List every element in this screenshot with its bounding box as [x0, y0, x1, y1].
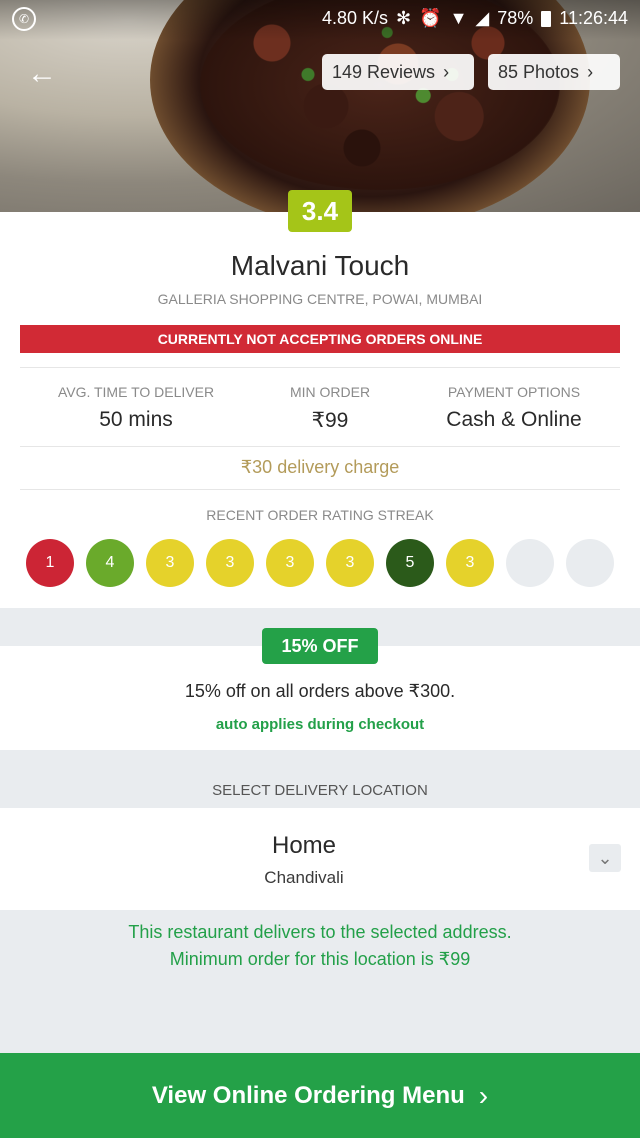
- streak-dot: 3: [326, 539, 374, 587]
- info-label: AVG. TIME TO DELIVER: [57, 384, 215, 400]
- restaurant-name: Malvani Touch: [230, 250, 410, 281]
- whatsapp-icon: ✆: [12, 7, 36, 31]
- photos-button[interactable]: 85 Photos ›: [488, 54, 620, 90]
- back-arrow-icon[interactable]: ←: [24, 56, 60, 92]
- streak-dot: [566, 539, 614, 587]
- order-status-banner: CURRENTLY NOT ACCEPTING ORDERS ONLINE: [20, 325, 620, 353]
- streak-dot: 3: [206, 539, 254, 587]
- location-section-title: SELECT DELIVERY LOCATION: [212, 782, 428, 799]
- offer-badge: 15% OFF: [262, 628, 378, 664]
- chevron-right-icon: ›: [587, 61, 594, 82]
- restaurant-address: GALLERIA SHOPPING CENTRE, POWAI, MUMBAI: [157, 291, 483, 307]
- location-area: Chandivali: [264, 868, 344, 887]
- info-min-order: MIN ORDER ₹99: [230, 384, 430, 433]
- streak-dot: 3: [146, 539, 194, 587]
- chevron-right-icon: ›: [478, 1079, 489, 1111]
- delivery-charge: ₹30 delivery charge: [240, 457, 400, 477]
- clock: 11:26:44: [559, 8, 628, 28]
- info-value: ₹99: [311, 409, 349, 432]
- location-name: Home: [271, 832, 337, 859]
- view-menu-button[interactable]: View Online Ordering Menu ›: [0, 1053, 640, 1138]
- photos-label: 85 Photos: [498, 61, 580, 82]
- divider: [20, 489, 620, 490]
- info-value: 50 mins: [99, 408, 173, 431]
- bluetooth-icon: ✻: [396, 8, 412, 28]
- chevron-down-icon[interactable]: ⌄: [589, 844, 621, 872]
- info-label: MIN ORDER: [289, 384, 371, 400]
- signal-icon: ◢: [475, 8, 490, 28]
- offer-subtext: auto applies during checkout: [215, 716, 425, 733]
- delivery-message-line2: Minimum order for this location is ₹99: [169, 949, 471, 969]
- location-selector[interactable]: Home Chandivali ⌄: [0, 808, 640, 910]
- divider: [20, 446, 620, 447]
- streak-dot: 3: [266, 539, 314, 587]
- delivery-message: This restaurant delivers to the selected…: [0, 919, 640, 973]
- divider: [20, 367, 620, 368]
- streak-title: RECENT ORDER RATING STREAK: [206, 507, 434, 523]
- rating-badge: 3.4: [288, 190, 352, 232]
- alarm-icon: ⏰: [419, 8, 442, 28]
- net-speed: 4.80 K/s: [322, 8, 389, 28]
- battery-icon: [541, 10, 552, 27]
- reviews-button[interactable]: 149 Reviews ›: [322, 54, 474, 90]
- info-value: Cash & Online: [446, 408, 582, 431]
- streak-dot: 5: [386, 539, 434, 587]
- view-menu-label: View Online Ordering Menu: [151, 1081, 465, 1109]
- status-right: 4.80 K/s ✻ ⏰ ▼ ◢ 78% 11:26:44: [322, 8, 628, 29]
- wifi-icon: ▼: [449, 8, 468, 28]
- streak-dot: 4: [86, 539, 134, 587]
- section-gap: [0, 750, 640, 808]
- reviews-label: 149 Reviews: [332, 61, 436, 82]
- streak-dot: [506, 539, 554, 587]
- rating-streak: 1 4 3 3 3 3 5 3: [26, 539, 614, 587]
- battery-percent: 78%: [497, 8, 534, 28]
- info-payment: PAYMENT OPTIONS Cash & Online: [414, 384, 614, 432]
- status-bar: ✆ 4.80 K/s ✻ ⏰ ▼ ◢ 78% 11:26:44: [0, 0, 640, 36]
- info-delivery-time: AVG. TIME TO DELIVER 50 mins: [36, 384, 236, 432]
- info-label: PAYMENT OPTIONS: [447, 384, 581, 400]
- offer-text: 15% off on all orders above ₹300.: [184, 681, 456, 701]
- delivery-message-line1: This restaurant delivers to the selected…: [128, 922, 512, 942]
- streak-dot: 1: [26, 539, 74, 587]
- streak-dot: 3: [446, 539, 494, 587]
- chevron-right-icon: ›: [443, 61, 450, 82]
